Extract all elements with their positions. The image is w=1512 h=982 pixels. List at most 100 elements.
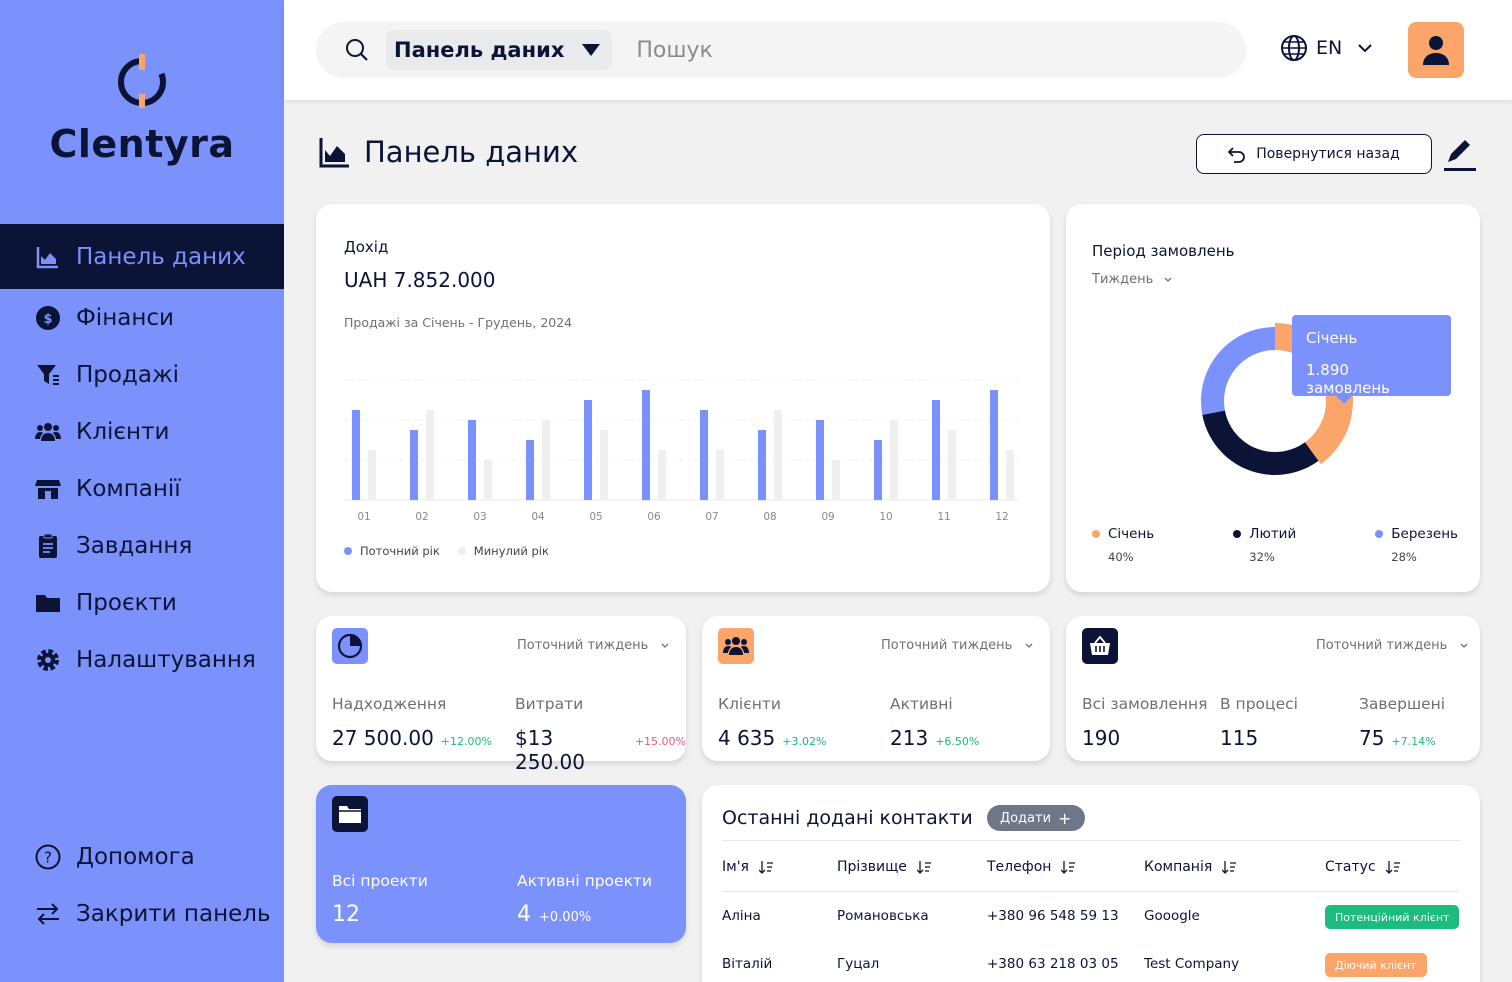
cell-first-name: Аліна [722, 908, 761, 924]
orders-period-dropdown[interactable]: Тиждень [1092, 272, 1173, 287]
clipboard-icon [34, 532, 62, 560]
bar-current-year[interactable] [874, 440, 882, 500]
add-contact-button[interactable]: Додати + [986, 805, 1085, 831]
sidebar-item-companies[interactable]: Компанії [0, 460, 284, 517]
svg-text:$: $ [43, 312, 52, 327]
folder-icon [34, 589, 62, 617]
sidebar-item-label: Панель даних [76, 243, 246, 270]
bar-previous-year[interactable] [542, 420, 550, 500]
avatar[interactable] [1408, 22, 1464, 78]
orders-stat-card: Поточний тиждень Всі замовлення 190 В пр… [1066, 616, 1480, 761]
sidebar-item-clients[interactable]: Клієнти [0, 403, 284, 460]
status-badge: Потенційний клієнт [1325, 905, 1460, 929]
bar-current-year[interactable] [816, 420, 824, 500]
logo-mark-icon [118, 54, 166, 108]
bar-current-year[interactable] [352, 410, 360, 500]
period-dropdown[interactable]: Поточний тиждень [1316, 638, 1469, 653]
sidebar-item-tasks[interactable]: Завдання [0, 517, 284, 574]
sidebar: Clentyra Панель даних $ Фінанси Продажі … [0, 0, 284, 982]
sidebar-item-label: Проєкти [76, 589, 177, 616]
users-icon [34, 418, 62, 446]
bar-current-year[interactable] [410, 430, 418, 500]
bar-previous-year[interactable] [368, 450, 376, 500]
bar-previous-year[interactable] [716, 450, 724, 500]
stat-label: Активні [890, 695, 953, 713]
column-header-last-name[interactable]: Прізвище [837, 859, 931, 875]
bar-current-year[interactable] [990, 390, 998, 500]
back-button[interactable]: Повернутися назад [1196, 134, 1432, 174]
x-tick-label: 01 [357, 511, 370, 523]
revenue-card: Дохід UAH 7.852.000 Продажі за Січень - … [316, 204, 1050, 592]
gear-icon [34, 646, 62, 674]
cell-first-name: Віталій [722, 956, 773, 972]
sidebar-item-sales[interactable]: Продажі [0, 346, 284, 403]
sidebar-item-collapse[interactable]: Закрити панель [0, 885, 284, 942]
basket-icon [1082, 628, 1118, 664]
recent-contacts-card: Останні додані контакти Додати + Ім'я Прі… [702, 785, 1480, 982]
finance-stat-card: Поточний тиждень Надходження 27 500.00 +1… [316, 616, 686, 774]
back-button-label: Повернутися назад [1256, 146, 1400, 162]
income-stat: Надходження 27 500.00 +12.00% [332, 695, 492, 750]
search-scope-dropdown[interactable]: Панель даних [386, 30, 613, 70]
legend-dot [457, 547, 466, 555]
bar-previous-year[interactable] [948, 430, 956, 500]
revenue-subtitle: Продажі за Січень - Грудень, 2024 [344, 315, 573, 330]
column-header-status[interactable]: Статус [1325, 859, 1400, 875]
sidebar-item-finance[interactable]: $ Фінанси [0, 289, 284, 346]
bar-previous-year[interactable] [832, 460, 840, 500]
bar-previous-year[interactable] [426, 410, 434, 500]
user-icon [1423, 36, 1449, 65]
x-tick-label: 09 [821, 511, 834, 523]
stat-value: 213 [890, 726, 929, 750]
users-icon [718, 628, 754, 664]
column-header-phone[interactable]: Телефон [987, 859, 1076, 875]
svg-text:?: ? [44, 848, 52, 866]
chevron-down-icon [1358, 44, 1372, 53]
chevron-down-icon [1025, 643, 1033, 648]
stat-change: +3.02% [782, 735, 827, 748]
sidebar-bottom: ? Допомога Закрити панель [0, 828, 284, 942]
expense-stat: Витрати $13 250.00 +15.00% [515, 695, 686, 774]
period-dropdown[interactable]: Поточний тиждень [517, 638, 670, 653]
column-header-company[interactable]: Компанія [1144, 859, 1237, 875]
active-projects-stat: Активні проекти 4 +0.00% [517, 872, 652, 927]
bar-current-year[interactable] [584, 400, 592, 500]
stat-change: +6.50% [935, 735, 980, 748]
language-selector[interactable]: EN [1280, 34, 1374, 62]
bar-previous-year[interactable] [1006, 450, 1014, 500]
bar-current-year[interactable] [758, 430, 766, 500]
x-tick-label: 02 [415, 511, 428, 523]
page-header: Панель даних [318, 135, 578, 169]
search-input[interactable] [636, 37, 1037, 63]
bar-current-year[interactable] [642, 390, 650, 500]
bar-previous-year[interactable] [774, 410, 782, 500]
sidebar-item-projects[interactable]: Проєкти [0, 574, 284, 631]
column-header-first-name[interactable]: Ім'я [722, 859, 773, 875]
cell-phone: +380 96 548 59 13 [987, 908, 1119, 924]
column-label: Прізвище [837, 859, 907, 875]
bar-current-year[interactable] [468, 420, 476, 500]
column-label: Статус [1325, 859, 1376, 875]
bar-previous-year[interactable] [890, 420, 898, 500]
period-dropdown[interactable]: Поточний тиждень [881, 638, 1034, 653]
stat-label: Завершені [1359, 695, 1446, 713]
store-icon [34, 475, 62, 503]
stat-change: +12.00% [440, 735, 492, 748]
sidebar-item-settings[interactable]: Налаштування [0, 631, 284, 688]
bar-current-year[interactable] [700, 410, 708, 500]
sidebar-item-dashboard[interactable]: Панель даних [0, 224, 284, 289]
stat-value: 4 [517, 902, 531, 927]
stat-value: 190 [1082, 726, 1121, 750]
plus-icon: + [1058, 808, 1072, 828]
edit-pencil-icon[interactable] [1444, 136, 1476, 172]
help-circle-icon: ? [34, 843, 62, 871]
bar-previous-year[interactable] [658, 450, 666, 500]
sidebar-item-help[interactable]: ? Допомога [0, 828, 284, 885]
cell-company: Test Company [1144, 956, 1240, 972]
sort-icon [1385, 861, 1400, 874]
bar-previous-year[interactable] [484, 460, 492, 500]
search-icon[interactable] [344, 37, 370, 63]
bar-current-year[interactable] [932, 400, 940, 500]
bar-current-year[interactable] [526, 440, 534, 500]
bar-previous-year[interactable] [600, 430, 608, 500]
